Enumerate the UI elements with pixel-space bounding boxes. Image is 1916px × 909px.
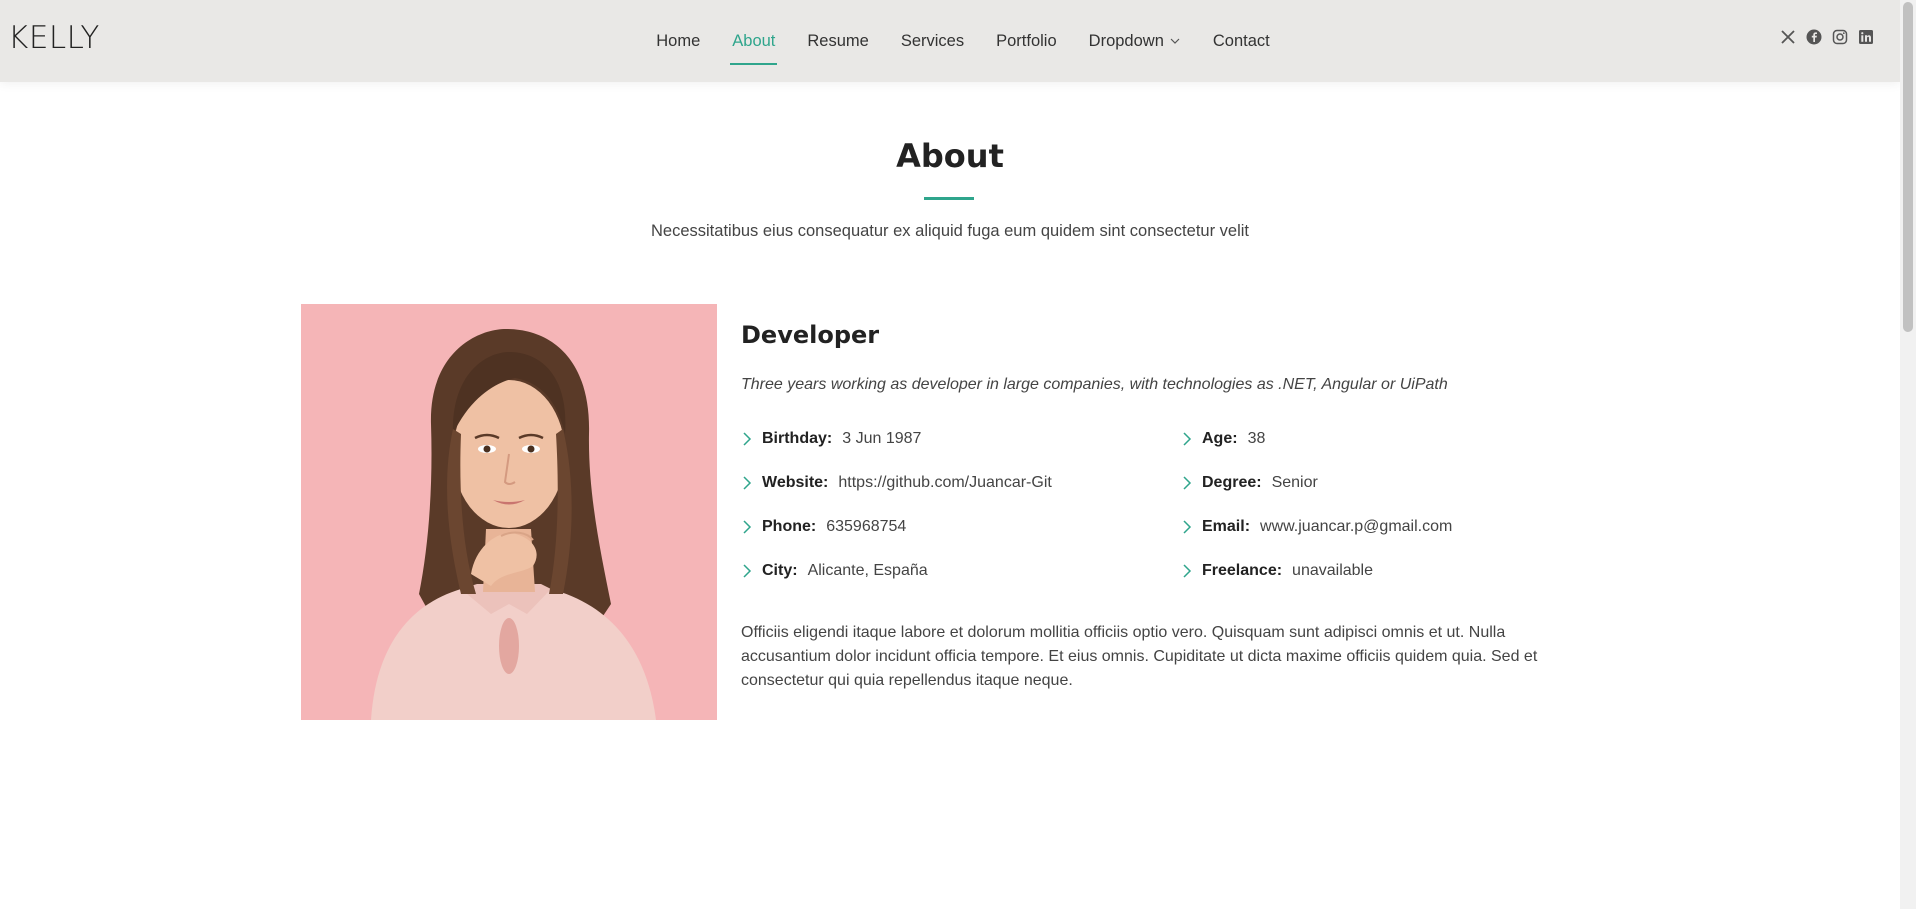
nav-item-contact[interactable]: Contact [1197, 32, 1286, 51]
info-age: Age: 38 [1181, 430, 1265, 448]
info-website: Website: https://github.com/Juancar-Git [741, 474, 1052, 492]
info-key: City: [762, 562, 798, 579]
info-value: 3 Jun 1987 [842, 430, 922, 447]
about-description: Officiis eligendi itaque labore et dolor… [741, 624, 1538, 689]
facebook-icon[interactable] [1806, 29, 1822, 45]
page-scrollbar[interactable] [1900, 0, 1916, 909]
info-key: Website: [762, 474, 829, 491]
info-key: Birthday: [762, 430, 833, 447]
info-key: Email: [1202, 518, 1251, 535]
info-phone: Phone: 635968754 [741, 518, 906, 536]
nav-item-portfolio[interactable]: Portfolio [980, 32, 1073, 51]
profile-photo [301, 304, 717, 720]
info-city: City: Alicante, España [741, 562, 928, 580]
info-email: Email: www.juancar.p@gmail.com [1181, 518, 1452, 536]
instagram-icon[interactable] [1832, 29, 1848, 45]
info-key: Degree: [1202, 474, 1262, 491]
nav-item-dropdown[interactable]: Dropdown [1073, 32, 1197, 51]
info-key: Age: [1202, 430, 1238, 447]
role-title: Developer [741, 321, 880, 349]
nav-item-resume[interactable]: Resume [791, 32, 884, 51]
nav-list: Home About Resume Services Portfolio Dro… [640, 31, 1286, 65]
x-icon[interactable] [1780, 29, 1796, 45]
nav-label: Dropdown [1088, 31, 1164, 50]
nav-label: About [732, 31, 776, 50]
section-subtitle: Necessitatibus eius consequatur ex aliqu… [651, 222, 1249, 240]
title-underline [924, 197, 974, 200]
info-value: www.juancar.p@gmail.com [1260, 518, 1453, 535]
info-freelance: Freelance: unavailable [1181, 562, 1373, 580]
chevron-down-icon [1170, 38, 1180, 44]
nav-label: Contact [1212, 31, 1270, 50]
info-value: Alicante, España [807, 562, 928, 579]
chevron-right-icon [743, 564, 752, 578]
nav-label: Portfolio [996, 31, 1057, 50]
chevron-right-icon [1183, 520, 1192, 534]
nav-item-about[interactable]: About [716, 31, 791, 65]
nav-label: Home [656, 31, 701, 50]
main-nav: Home About Resume Services Portfolio Dro… [0, 0, 1900, 82]
info-key: Freelance: [1202, 562, 1283, 579]
site-header: KELLY Home About Resume Services Portfol… [0, 0, 1900, 82]
nav-label: Resume [807, 31, 869, 50]
info-value: Senior [1271, 474, 1318, 491]
chevron-right-icon [743, 432, 752, 446]
chevron-right-icon [743, 520, 752, 534]
chevron-right-icon [1183, 432, 1192, 446]
chevron-right-icon [1183, 476, 1192, 490]
chevron-right-icon [1183, 564, 1192, 578]
info-value: 38 [1247, 430, 1266, 447]
info-value: 635968754 [826, 518, 907, 535]
nav-item-home[interactable]: Home [640, 32, 716, 51]
section-title: About [896, 137, 1004, 175]
social-links [1780, 29, 1874, 45]
info-birthday: Birthday: 3 Jun 1987 [741, 430, 921, 448]
scrollbar-thumb[interactable] [1903, 2, 1913, 332]
info-value: https://github.com/Juancar-Git [838, 474, 1052, 491]
role-tagline: Three years working as developer in larg… [741, 376, 1448, 393]
info-value: unavailable [1292, 562, 1373, 579]
nav-item-services[interactable]: Services [885, 32, 980, 51]
info-degree: Degree: Senior [1181, 474, 1318, 492]
linkedin-icon[interactable] [1858, 29, 1874, 45]
info-key: Phone: [762, 518, 817, 535]
nav-label: Services [900, 31, 965, 50]
chevron-right-icon [743, 476, 752, 490]
